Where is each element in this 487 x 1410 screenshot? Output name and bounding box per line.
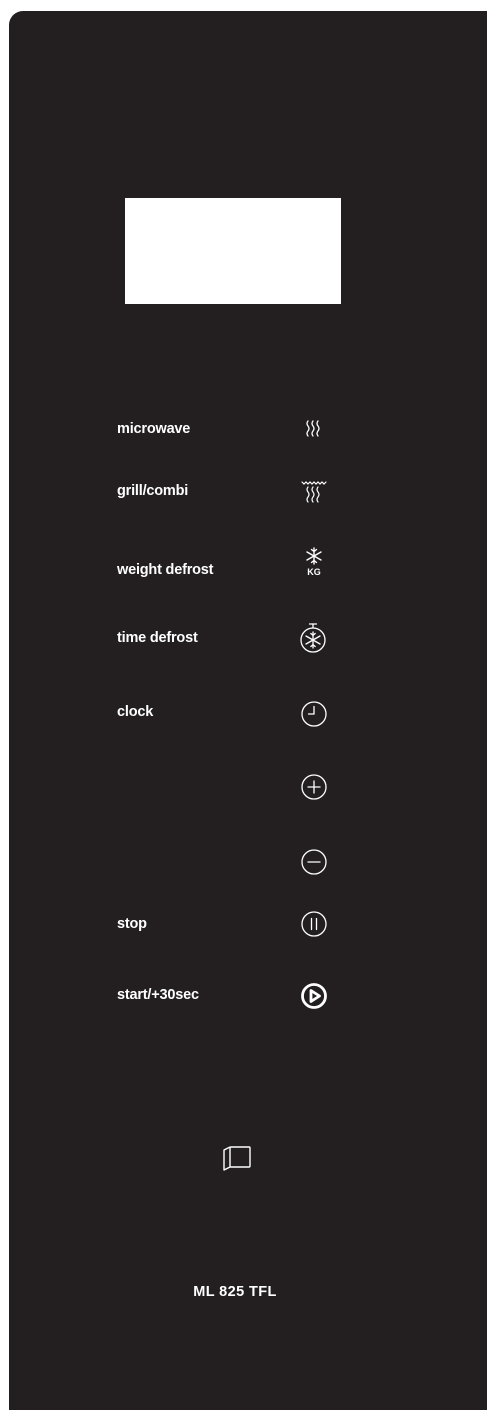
snowflake-timer-icon[interactable] — [297, 622, 329, 654]
play-circle-icon[interactable] — [298, 980, 330, 1012]
pause-circle-icon[interactable] — [298, 908, 330, 940]
snowflake-kg-icon[interactable]: KG — [298, 545, 330, 577]
clock-icon[interactable] — [298, 698, 330, 730]
stop-label: stop — [117, 916, 147, 932]
clock-label: clock — [117, 704, 154, 720]
microwave-waves-icon[interactable] — [297, 414, 329, 446]
start-label: start/+30sec — [117, 987, 199, 1003]
door-open-button[interactable] — [221, 1144, 255, 1172]
kg-text: KG — [307, 567, 321, 577]
grill-combi-icon[interactable] — [297, 476, 329, 508]
display-screen — [125, 198, 341, 304]
model-name: ML 825 TFL — [193, 1284, 277, 1300]
door-open-icon — [223, 1146, 251, 1171]
plus-circle-icon[interactable] — [298, 771, 330, 803]
minus-circle-icon[interactable] — [298, 846, 330, 878]
microwave-label: microwave — [117, 421, 191, 437]
grill-combi-label: grill/combi — [117, 483, 189, 499]
time-defrost-label: time defrost — [117, 630, 198, 646]
weight-defrost-label: weight defrost — [117, 562, 214, 578]
